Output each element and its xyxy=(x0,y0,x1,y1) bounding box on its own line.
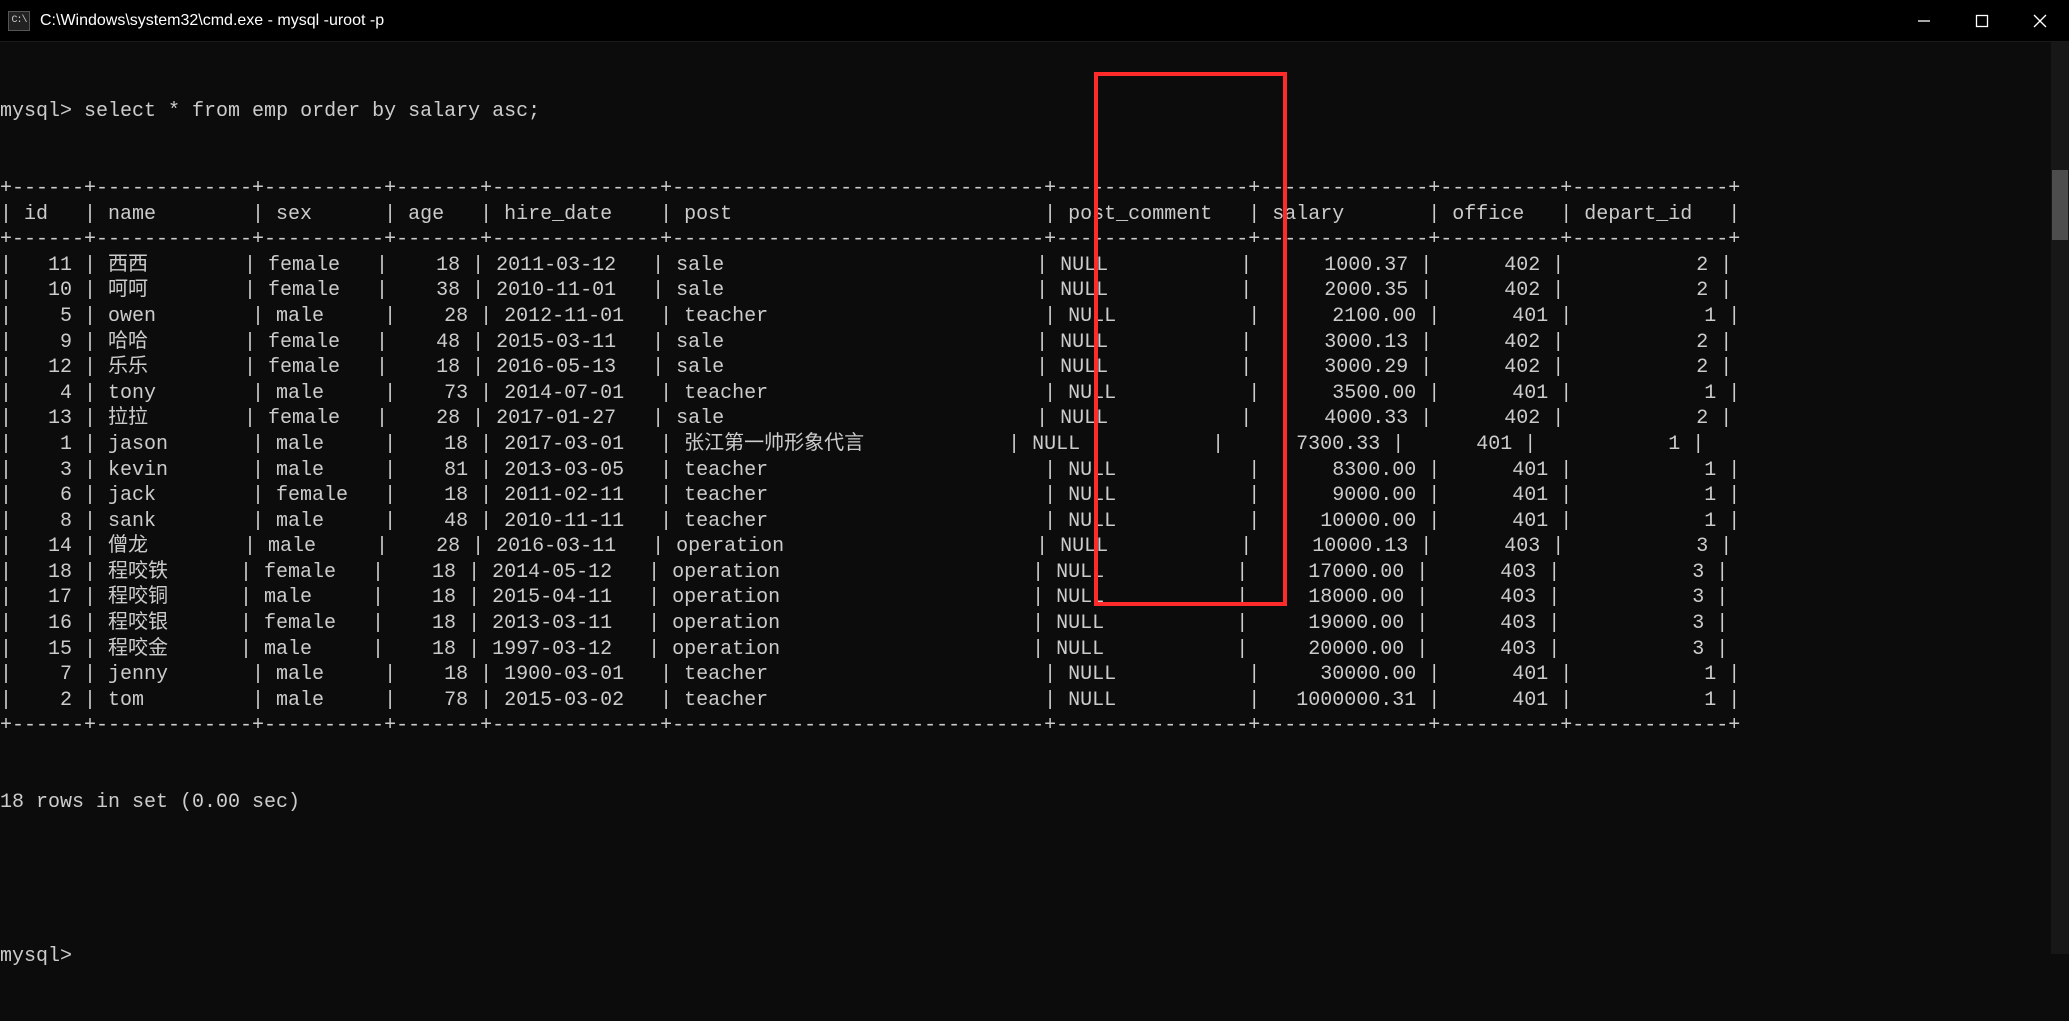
close-button[interactable] xyxy=(2011,0,2069,41)
result-table: +------+-------------+----------+-------… xyxy=(0,176,2069,739)
table-row: | 10 | 呵呵 | female | 38 | 2010-11-01 | s… xyxy=(0,278,2069,304)
table-header-row: | id | name | sex | age | hire_date | po… xyxy=(0,202,2069,228)
table-row: | 7 | jenny | male | 18 | 1900-03-01 | t… xyxy=(0,662,2069,688)
blank-line xyxy=(0,867,2069,893)
table-row: | 12 | 乐乐 | female | 18 | 2016-05-13 | s… xyxy=(0,355,2069,381)
table-row: | 6 | jack | female | 18 | 2011-02-11 | … xyxy=(0,483,2069,509)
table-row: | 14 | 僧龙 | male | 28 | 2016-03-11 | ope… xyxy=(0,534,2069,560)
query-line: mysql> select * from emp order by salary… xyxy=(0,99,2069,125)
table-row: | 3 | kevin | male | 81 | 2013-03-05 | t… xyxy=(0,458,2069,484)
table-row: | 8 | sank | male | 48 | 2010-11-11 | te… xyxy=(0,509,2069,535)
scrollbar-thumb[interactable] xyxy=(2052,170,2068,240)
maximize-button[interactable] xyxy=(1953,0,2011,41)
table-row: | 9 | 哈哈 | female | 48 | 2015-03-11 | sa… xyxy=(0,330,2069,356)
minimize-button[interactable] xyxy=(1895,0,1953,41)
table-row: | 1 | jason | male | 18 | 2017-03-01 | 张… xyxy=(0,432,2069,458)
terminal-output[interactable]: mysql> select * from emp order by salary… xyxy=(0,42,2069,1021)
table-row: | 5 | owen | male | 28 | 2012-11-01 | te… xyxy=(0,304,2069,330)
table-row: | 11 | 西西 | female | 18 | 2011-03-12 | s… xyxy=(0,253,2069,279)
cmd-icon: C:\ xyxy=(8,11,30,31)
table-row: | 4 | tony | male | 73 | 2014-07-01 | te… xyxy=(0,381,2069,407)
window-title: C:\Windows\system32\cmd.exe - mysql -uro… xyxy=(40,12,384,30)
window-titlebar: C:\ C:\Windows\system32\cmd.exe - mysql … xyxy=(0,0,2069,42)
table-border-bottom: +------+-------------+----------+-------… xyxy=(0,713,2069,739)
table-border-mid: +------+-------------+----------+-------… xyxy=(0,227,2069,253)
titlebar-left: C:\ C:\Windows\system32\cmd.exe - mysql … xyxy=(0,11,384,31)
table-row: | 2 | tom | male | 78 | 2015-03-02 | tea… xyxy=(0,688,2069,714)
titlebar-controls xyxy=(1895,0,2069,41)
vertical-scrollbar[interactable] xyxy=(2051,42,2069,954)
table-row: | 18 | 程咬铁 | female | 18 | 2014-05-12 | … xyxy=(0,560,2069,586)
mysql-prompt: mysql> xyxy=(0,100,72,123)
rows-summary: 18 rows in set (0.00 sec) xyxy=(0,790,2069,816)
table-row: | 15 | 程咬金 | male | 18 | 1997-03-12 | op… xyxy=(0,637,2069,663)
table-row: | 16 | 程咬银 | female | 18 | 2013-03-11 | … xyxy=(0,611,2069,637)
mysql-prompt-idle: mysql> xyxy=(0,944,2069,970)
sql-query: select * from emp order by salary asc; xyxy=(84,100,540,123)
table-row: | 17 | 程咬铜 | male | 18 | 2015-04-11 | op… xyxy=(0,585,2069,611)
table-border-top: +------+-------------+----------+-------… xyxy=(0,176,2069,202)
table-row: | 13 | 拉拉 | female | 28 | 2017-01-27 | s… xyxy=(0,406,2069,432)
